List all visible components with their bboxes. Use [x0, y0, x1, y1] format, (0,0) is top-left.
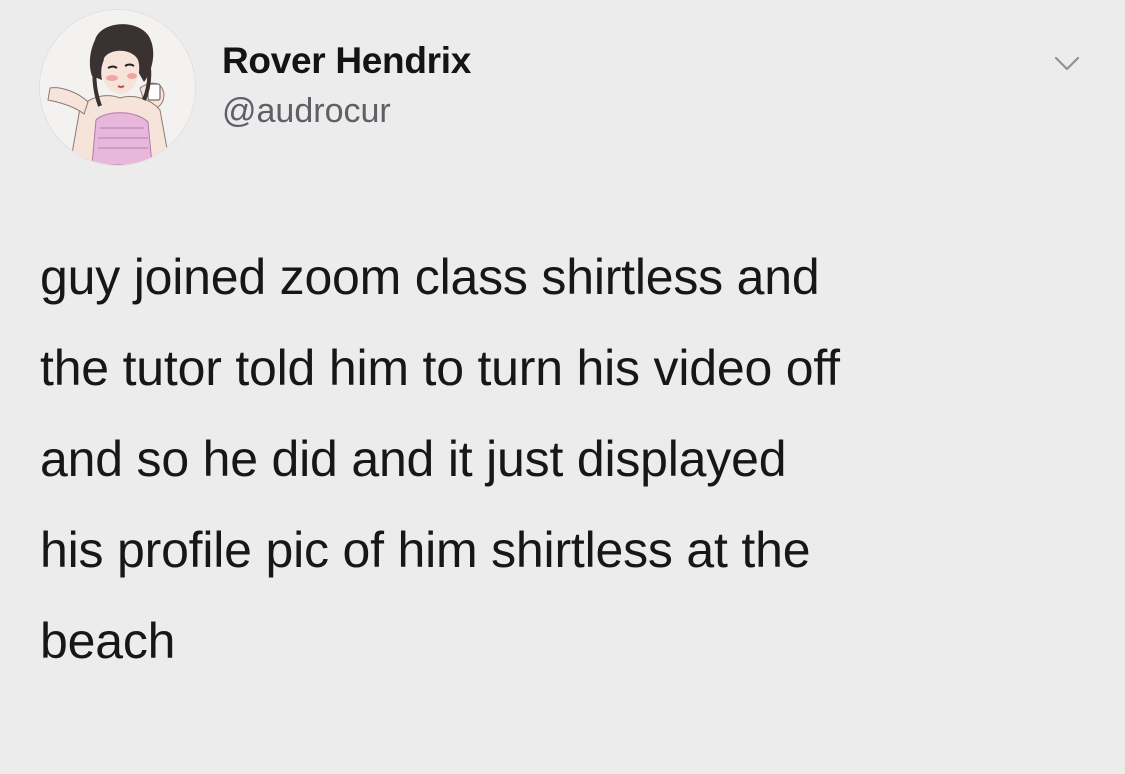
avatar[interactable]: [40, 10, 195, 165]
tweet-text: guy joined zoom class shirtless and the …: [40, 232, 1090, 687]
tweet-menu-button[interactable]: [1052, 52, 1082, 76]
tweet-text-line: his profile pic of him shirtless at the: [40, 522, 811, 578]
tweet-text-line: and so he did and it just displayed: [40, 431, 787, 487]
author-handle[interactable]: @audrocur: [222, 92, 391, 131]
tweet-text-line: guy joined zoom class shirtless and: [40, 249, 820, 305]
tweet-text-line: the tutor told him to turn his video off: [40, 340, 840, 396]
tweet-text-line: beach: [40, 613, 176, 669]
anime-girl-avatar-icon: [40, 10, 195, 165]
author-display-name[interactable]: Rover Hendrix: [222, 40, 471, 82]
tweet-card: Rover Hendrix @audrocur guy joined zoom …: [0, 0, 1125, 774]
chevron-down-icon: [1054, 56, 1080, 71]
